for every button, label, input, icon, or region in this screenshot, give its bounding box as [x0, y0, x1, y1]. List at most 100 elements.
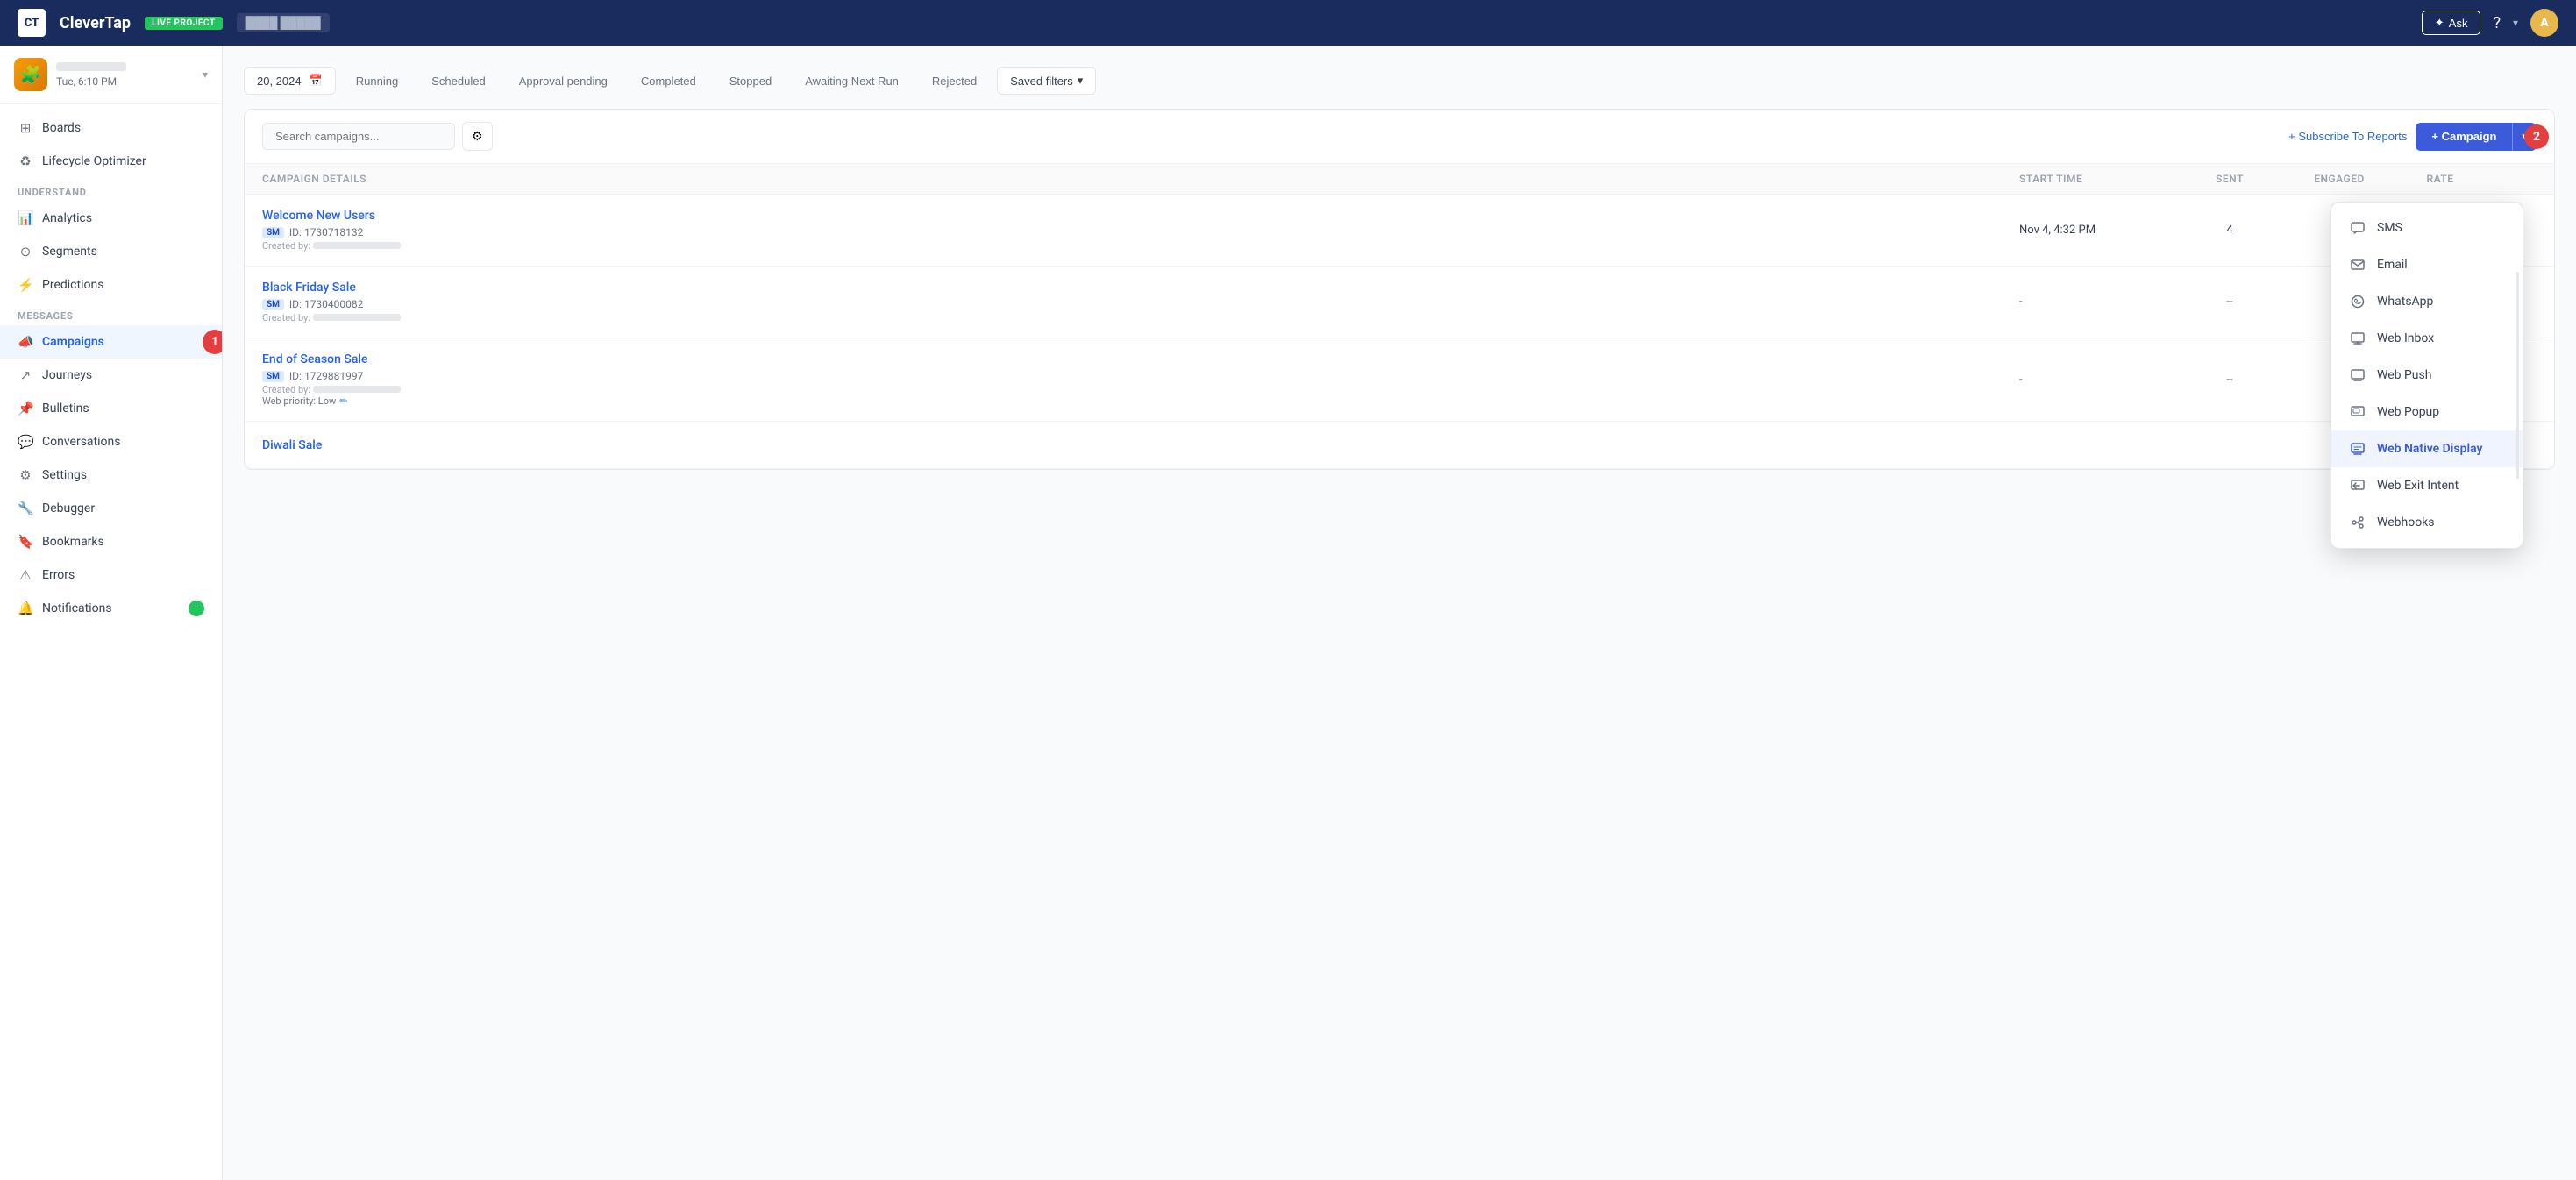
- campaign-name-1[interactable]: Welcome New Users: [262, 209, 2019, 223]
- profile-time: Tue, 6:10 PM: [56, 75, 194, 88]
- start-time-3: -: [2019, 373, 2177, 387]
- campaign-area: ⚙ + Subscribe To Reports + Campaign ▾ 2: [244, 109, 2555, 470]
- tab-running[interactable]: Running: [343, 68, 411, 95]
- campaigns-label: Campaigns: [42, 335, 104, 349]
- ask-button[interactable]: ✦ Ask: [2422, 11, 2481, 35]
- dropdown-item-whatsapp[interactable]: WhatsApp: [2331, 283, 2523, 320]
- dropdown-item-web-inbox[interactable]: Web Inbox: [2331, 320, 2523, 357]
- nav-right: ✦ Ask ? ▾ A: [2422, 9, 2558, 37]
- tab-stopped[interactable]: Stopped: [716, 68, 785, 95]
- sidebar-item-debugger[interactable]: 🔧 Debugger: [0, 492, 222, 525]
- sms-icon: [2349, 219, 2366, 237]
- step-badge-2: 2: [2524, 124, 2549, 149]
- saved-filters-button[interactable]: Saved filters ▾: [997, 67, 1096, 95]
- table-header: Campaign Details Start Time Sent Engaged…: [245, 164, 2554, 195]
- scrollbar: [2516, 272, 2519, 479]
- subscribe-to-reports-button[interactable]: + Subscribe To Reports: [2288, 130, 2407, 143]
- dropdown-item-email[interactable]: Email: [2331, 246, 2523, 283]
- help-button[interactable]: ?: [2493, 14, 2501, 32]
- sms-label: SMS: [2377, 221, 2402, 235]
- sidebar-item-bulletins[interactable]: 📌 Bulletins: [0, 392, 222, 425]
- tab-scheduled[interactable]: Scheduled: [418, 68, 498, 95]
- web-push-icon: [2349, 366, 2366, 384]
- sidebar-item-notifications[interactable]: 🔔 Notifications: [0, 592, 222, 625]
- create-campaign-group: + Campaign ▾ 2: [2416, 123, 2537, 151]
- debugger-label: Debugger: [42, 501, 95, 515]
- web-inbox-label: Web Inbox: [2377, 331, 2434, 345]
- user-avatar[interactable]: A: [2530, 9, 2558, 37]
- table-row: Black Friday Sale SM ID: 1730400082 Crea…: [245, 267, 2554, 338]
- sidebar-item-analytics[interactable]: 📊 Analytics: [0, 202, 222, 235]
- bulletins-label: Bulletins: [42, 402, 89, 416]
- tab-awaiting-next-run[interactable]: Awaiting Next Run: [792, 68, 912, 95]
- filter-icon-button[interactable]: ⚙: [462, 122, 493, 151]
- saved-filters-chevron: ▾: [1078, 74, 1084, 88]
- sidebar: 🧩 Tue, 6:10 PM ▾ ⊞ Boards ♻ Lifecycle Op…: [0, 46, 223, 1180]
- sidebar-item-segments[interactable]: ⊙ Segments: [0, 235, 222, 268]
- sm-badge-1: SM: [262, 227, 284, 238]
- email-label: Email: [2377, 258, 2408, 272]
- tab-approval-pending[interactable]: Approval pending: [506, 68, 621, 95]
- sent-1: 4: [2177, 224, 2282, 237]
- web-popup-label: Web Popup: [2377, 405, 2439, 419]
- sidebar-item-errors[interactable]: ⚠ Errors: [0, 558, 222, 592]
- campaign-id-2: ID: 1730400082: [289, 298, 363, 310]
- webhooks-label: Webhooks: [2377, 515, 2435, 530]
- lifecycle-icon: ♻: [18, 153, 33, 169]
- sidebar-item-conversations[interactable]: 💬 Conversations: [0, 425, 222, 458]
- create-campaign-button[interactable]: + Campaign: [2416, 123, 2512, 151]
- campaign-id-1: ID: 1730718132: [289, 226, 363, 238]
- web-inbox-icon: [2349, 330, 2366, 347]
- star-icon: ✦: [2435, 16, 2444, 30]
- campaigns-icon: 📣: [18, 334, 33, 350]
- dropdown-item-sms[interactable]: SMS: [2331, 210, 2523, 246]
- main-content: 20, 2024 📅 Running Scheduled Approval pe…: [223, 46, 2576, 1180]
- nav-left: CT CleverTap LIVE PROJECT ████ █████: [18, 9, 330, 37]
- top-navigation: CT CleverTap LIVE PROJECT ████ █████ ✦ A…: [0, 0, 2576, 46]
- segments-label: Segments: [42, 245, 97, 259]
- dropdown-item-web-popup[interactable]: Web Popup: [2331, 394, 2523, 430]
- sidebar-item-campaigns[interactable]: 📣 Campaigns 1: [0, 325, 222, 359]
- campaign-name-2[interactable]: Black Friday Sale: [262, 281, 2019, 295]
- tab-completed[interactable]: Completed: [628, 68, 709, 95]
- search-input[interactable]: [262, 123, 455, 150]
- date-value: 20, 2024: [257, 75, 302, 88]
- profile-section[interactable]: 🧩 Tue, 6:10 PM ▾: [0, 46, 222, 104]
- whatsapp-icon: [2349, 293, 2366, 310]
- created-by-1: Created by:: [262, 240, 2019, 252]
- col-start-time: Start Time: [2019, 173, 2177, 185]
- clevertap-logo[interactable]: CT: [18, 9, 46, 37]
- profile-chevron: ▾: [203, 68, 208, 81]
- sidebar-item-settings[interactable]: ⚙ Settings: [0, 458, 222, 492]
- settings-label: Settings: [42, 468, 87, 482]
- live-badge: LIVE PROJECT: [145, 17, 223, 30]
- sidebar-item-lifecycle[interactable]: ♻ Lifecycle Optimizer: [0, 145, 222, 178]
- predictions-icon: ⚡: [18, 277, 33, 293]
- edit-icon[interactable]: ✏: [339, 395, 347, 407]
- date-picker-button[interactable]: 20, 2024 📅: [244, 67, 336, 95]
- campaign-id-3: ID: 1729881997: [289, 370, 363, 382]
- tab-rejected[interactable]: Rejected: [919, 68, 990, 95]
- sidebar-item-bookmarks[interactable]: 🔖 Bookmarks: [0, 525, 222, 558]
- campaign-toolbar: ⚙ + Subscribe To Reports + Campaign ▾ 2: [245, 110, 2554, 164]
- web-push-label: Web Push: [2377, 368, 2431, 382]
- sidebar-item-predictions[interactable]: ⚡ Predictions: [0, 268, 222, 302]
- table-row: Welcome New Users SM ID: 1730718132 Crea…: [245, 195, 2554, 267]
- profile-avatar: 🧩: [14, 58, 47, 91]
- toolbar-right: + Subscribe To Reports + Campaign ▾ 2: [2288, 123, 2537, 151]
- dropdown-item-web-exit-intent[interactable]: Web Exit Intent: [2331, 467, 2523, 504]
- sent-3: --: [2177, 373, 2282, 387]
- bookmarks-label: Bookmarks: [42, 535, 104, 549]
- sidebar-item-journeys[interactable]: ↗ Journeys: [0, 359, 222, 392]
- understand-section-label: UNDERSTAND: [0, 178, 222, 202]
- web-native-display-label: Web Native Display: [2377, 442, 2483, 456]
- dropdown-item-web-native-display[interactable]: Web Native Display: [2331, 430, 2523, 467]
- dropdown-item-web-push[interactable]: Web Push: [2331, 357, 2523, 394]
- sidebar-item-boards[interactable]: ⊞ Boards: [0, 111, 222, 145]
- campaign-name-4[interactable]: Diwali Sale: [262, 438, 2019, 452]
- campaign-name-3[interactable]: End of Season Sale: [262, 352, 2019, 366]
- chevron-icon: ▾: [2513, 17, 2518, 29]
- debugger-icon: 🔧: [18, 501, 33, 516]
- dropdown-item-webhooks[interactable]: Webhooks: [2331, 504, 2523, 541]
- journeys-icon: ↗: [18, 367, 33, 383]
